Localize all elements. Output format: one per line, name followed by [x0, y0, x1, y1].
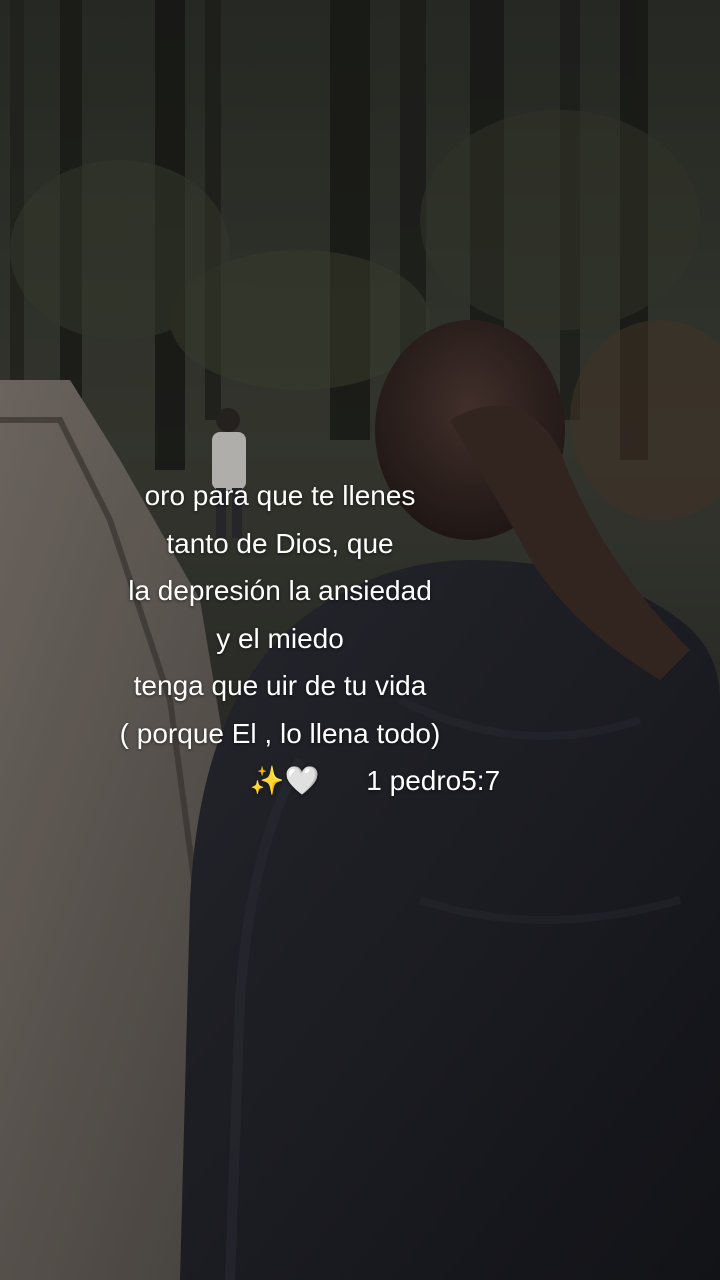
caption-line-6: ( porque El , lo llena todo): [119, 717, 441, 749]
sparkles-heart-emoji: ✨🤍: [249, 764, 320, 797]
bible-reference: 1 pedro5:7: [366, 765, 501, 796]
caption-reference-line: ✨🤍 1 pedro5:7: [95, 757, 655, 805]
caption-line-4: y el miedo: [216, 622, 344, 654]
caption-text: oro para que te llenes tanto de Dios, qu…: [0, 472, 560, 805]
caption-line-2: tanto de Dios, que: [166, 527, 394, 559]
caption-line-1: oro para que te llenes: [144, 480, 416, 511]
caption-line-3: la depresión la ansiedad: [128, 575, 432, 606]
caption-line-5: tenga que uir de tu vida: [133, 670, 427, 701]
